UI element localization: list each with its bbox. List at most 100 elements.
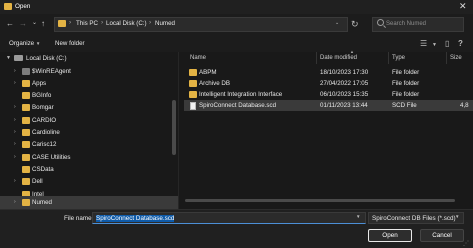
preview-pane-icon[interactable]: ▯ [445, 39, 449, 48]
cancel-button[interactable]: Cancel [420, 229, 464, 242]
file-date: 01/11/2023 13:44 [320, 102, 368, 109]
new-folder-button[interactable]: New folder [55, 40, 85, 47]
column-header-date-modified[interactable]: Date modified [320, 55, 357, 61]
recent-locations-chevron-icon[interactable]: ⌄ [32, 18, 37, 28]
forward-button[interactable]: → [19, 19, 27, 29]
up-button[interactable]: ↑ [41, 19, 45, 29]
chevron-right-icon[interactable]: › [14, 151, 16, 163]
sidebar-item-label: Dell [32, 178, 43, 186]
sidebar-item-cardioline[interactable]: › Cardioline [0, 126, 178, 138]
sidebar-scrollbar[interactable] [172, 100, 176, 155]
folder-icon [22, 79, 30, 87]
help-icon[interactable]: ? [458, 39, 463, 48]
file-name: Archive DB [199, 80, 230, 87]
sidebar-item-dell[interactable]: › Dell [0, 175, 178, 187]
window-title: Open [15, 3, 31, 10]
file-row[interactable]: Intelligent Integration Interface 06/10/… [184, 89, 473, 100]
breadcrumb-separator: › [69, 19, 72, 26]
chevron-down-icon[interactable]: ▼ [432, 41, 437, 50]
chevron-down-icon[interactable]: ⌄ [335, 20, 339, 26]
folder-icon [22, 104, 30, 112]
folder-icon [22, 67, 30, 75]
chevron-right-icon[interactable]: › [14, 77, 16, 89]
sort-ascending-icon: ▲ [350, 49, 354, 54]
horizontal-scrollbar[interactable] [185, 199, 455, 202]
sidebar-item-label: $WinREAgent [32, 67, 71, 75]
chevron-right-icon[interactable]: › [14, 126, 16, 138]
breadcrumb-local-disk[interactable]: Local Disk (C:) [106, 20, 147, 27]
chevron-down-icon[interactable]: ▼ [6, 52, 11, 64]
sidebar-item-label: Local Disk (C:) [26, 55, 67, 62]
folder-icon [22, 178, 30, 186]
file-name-label: File name: [64, 215, 94, 222]
folder-icon [22, 199, 30, 206]
chevron-right-icon[interactable]: › [14, 114, 16, 126]
column-header-size[interactable]: Size [450, 55, 462, 61]
sidebar-item-label: CSData [32, 165, 54, 173]
sidebar-item-cardio[interactable]: › CARDIO [0, 114, 178, 126]
folder-icon [22, 153, 30, 161]
chevron-right-icon[interactable]: › [14, 138, 16, 150]
file-date: 06/10/2023 15:35 [320, 91, 369, 98]
file-name-input[interactable]: SpiroConnect Database.scd [92, 212, 366, 224]
file-type: File folder [392, 91, 420, 98]
search-input[interactable]: Search Numed [386, 21, 426, 27]
chevron-down-icon[interactable]: ▼ [356, 214, 360, 219]
sidebar-item-carisc12[interactable]: › Carisc12 [0, 138, 178, 150]
column-divider[interactable] [388, 52, 389, 64]
sidebar-item-local-disk[interactable]: ▼ Local Disk (C:) [0, 52, 178, 64]
sidebar-item-bomgar[interactable]: › Bomgar [0, 101, 178, 113]
file-date: 18/10/2023 17:30 [320, 69, 369, 76]
refresh-icon[interactable]: ↻ [351, 18, 359, 30]
breadcrumb-numed[interactable]: Numed [155, 20, 175, 27]
sidebar-item-apps[interactable]: › Apps [0, 77, 178, 89]
file-date: 27/04/2022 17:05 [320, 80, 369, 87]
chevron-right-icon[interactable]: › [14, 196, 16, 208]
back-button[interactable]: ← [6, 19, 14, 29]
sidebar-item-label: Bomgar [32, 104, 54, 112]
file-name-value: SpiroConnect Database.scd [96, 215, 175, 222]
close-icon[interactable]: ✕ [459, 1, 467, 12]
file-row[interactable]: ABPM 18/10/2023 17:30 File folder [184, 67, 473, 78]
chevron-down-icon[interactable]: ▼ [455, 214, 459, 219]
sidebar-item-numed[interactable]: › Numed [0, 196, 178, 209]
sidebar-item-winreagent[interactable]: › $WinREAgent [0, 65, 178, 77]
file-name: ABPM [199, 69, 217, 76]
open-button[interactable]: Open [368, 229, 412, 242]
folder-icon [22, 129, 30, 136]
file-row[interactable]: Archive DB 27/04/2022 17:05 File folder [184, 78, 473, 89]
folder-icon [22, 141, 30, 149]
file-type: SCD File [392, 102, 417, 109]
file-type: File folder [392, 80, 420, 87]
document-icon [190, 101, 196, 110]
chevron-right-icon[interactable]: › [14, 101, 16, 113]
organize-button[interactable]: Organize ▼ [9, 40, 40, 47]
file-type-select[interactable]: SpiroConnect DB Files (*.scd) [368, 212, 464, 224]
folder-icon [4, 3, 12, 10]
file-type: File folder [392, 69, 420, 76]
resize-grip-icon[interactable]: ⋰ [463, 240, 469, 247]
sidebar-item-label: CASE Utilities [32, 153, 71, 161]
sidebar-item-label: CARDIO [32, 116, 57, 124]
chevron-right-icon[interactable]: › [14, 175, 16, 187]
sidebar-item-label: BGInfo [32, 92, 52, 100]
file-name: Intelligent Integration Interface [199, 91, 283, 98]
search-icon [377, 19, 384, 26]
chevron-right-icon[interactable]: › [14, 65, 16, 77]
breadcrumb-separator: › [101, 19, 104, 26]
sidebar-item-case-utilities[interactable]: › CASE Utilities [0, 151, 178, 163]
column-header-type[interactable]: Type [392, 55, 405, 61]
address-bar[interactable] [54, 17, 348, 32]
folder-icon [22, 92, 30, 100]
sidebar-item-label: Apps [32, 79, 47, 87]
sidebar-item-label: Carisc12 [32, 141, 57, 149]
sidebar-item-csdata[interactable]: CSData [0, 163, 178, 175]
file-row-selected[interactable]: SpiroConnect Database.scd 01/11/2023 13:… [184, 100, 473, 111]
column-header-name[interactable]: Name [190, 55, 206, 61]
view-options-icon[interactable]: ☰ [420, 39, 427, 48]
column-divider[interactable] [446, 52, 447, 64]
title-bar [0, 0, 473, 14]
breadcrumb-this-pc[interactable]: This PC [76, 20, 98, 27]
sidebar-item-bginfo[interactable]: BGInfo [0, 89, 178, 101]
column-divider[interactable] [316, 52, 317, 64]
